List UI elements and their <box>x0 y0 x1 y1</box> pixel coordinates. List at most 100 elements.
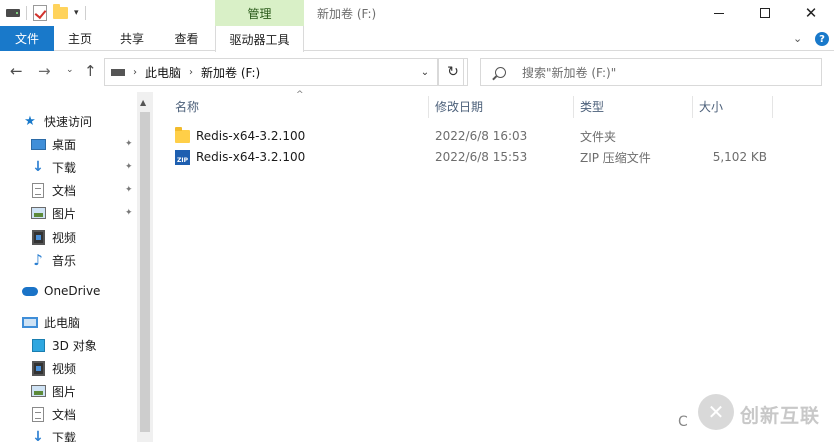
nav-item-music[interactable]: ♪ 音乐 <box>30 249 76 271</box>
file-size <box>699 125 767 147</box>
close-button[interactable]: ✕ <box>788 0 834 26</box>
expand-ribbon-icon[interactable]: ⌄ <box>793 32 802 45</box>
drive-icon <box>6 9 20 17</box>
maximize-button[interactable] <box>742 0 788 26</box>
column-header-modified[interactable]: 修改日期 <box>435 92 570 120</box>
nav-item-label: 文档 <box>52 407 77 422</box>
manage-context-group: 管理 <box>215 0 304 26</box>
maximize-icon <box>760 8 770 18</box>
column-header-size[interactable]: 大小 <box>699 92 769 120</box>
navigation-pane: ★ 快速访问 桌面 ✦ ↓ 下载 ✦ 文档 ✦ 图片 ✦ 视频 ♪ 音乐 One… <box>0 92 153 442</box>
table-row[interactable]: Redis-x64-3.2.100 2022/6/8 16:03 文件夹 <box>169 125 809 147</box>
column-divider[interactable] <box>428 96 429 118</box>
nav-item-pc-downloads[interactable]: ↓ 下载 <box>30 426 76 442</box>
folder-icon <box>175 126 190 143</box>
tab-share[interactable]: 共享 <box>106 26 158 51</box>
scrollbar-thumb[interactable] <box>140 112 150 432</box>
nav-item-desktop[interactable]: 桌面 <box>30 133 76 155</box>
table-row[interactable]: ZIP Redis-x64-3.2.100 2022/6/8 15:53 ZIP… <box>169 146 809 168</box>
new-folder-icon[interactable] <box>53 4 68 19</box>
column-header-name[interactable]: 名称 <box>175 92 425 120</box>
toolbar-separator <box>26 6 27 20</box>
star-icon: ★ <box>24 113 36 129</box>
zip-file-icon: ZIP <box>175 149 190 165</box>
column-header-type[interactable]: 类型 <box>580 92 690 120</box>
nav-item-documents[interactable]: 文档 <box>30 179 76 201</box>
nav-item-label: 下载 <box>52 160 77 175</box>
file-type: ZIP 压缩文件 <box>580 150 651 165</box>
customize-toolbar-dropdown-icon[interactable]: ▾ <box>74 8 79 18</box>
computer-icon <box>22 316 38 328</box>
column-divider[interactable] <box>692 96 693 118</box>
nav-item-videos[interactable]: 视频 <box>30 226 76 248</box>
nav-item-pc-videos[interactable]: 视频 <box>30 357 76 379</box>
file-name-cell[interactable]: ZIP Redis-x64-3.2.100 <box>175 146 305 168</box>
pictures-icon <box>30 385 46 397</box>
close-icon: ✕ <box>804 3 818 22</box>
pin-icon[interactable]: ✦ <box>125 185 133 195</box>
help-icon[interactable]: ? <box>815 32 829 46</box>
navigation-bar: ← → ⌄ ↑ › 此电脑 › 新加卷 (F:) ⌄ ↻ 搜索"新加卷 (F:)… <box>0 52 834 92</box>
nav-item-label: 快速访问 <box>44 114 93 129</box>
3d-objects-icon <box>31 338 45 352</box>
nav-onedrive[interactable]: OneDrive <box>22 280 100 302</box>
download-icon: ↓ <box>32 429 44 442</box>
tab-view[interactable]: 查看 <box>158 26 215 51</box>
nav-item-downloads[interactable]: ↓ 下载 <box>30 156 76 178</box>
pin-icon[interactable]: ✦ <box>125 139 133 149</box>
cloud-icon <box>22 286 38 296</box>
properties-icon[interactable] <box>33 5 47 21</box>
document-icon <box>32 182 44 198</box>
refresh-icon[interactable]: ↻ <box>438 58 468 86</box>
toolbar-separator <box>84 6 86 20</box>
nav-this-pc[interactable]: 此电脑 <box>22 311 80 333</box>
nav-item-label: 图片 <box>52 206 77 221</box>
nav-item-label: 桌面 <box>52 137 77 152</box>
breadcrumb-chevron-icon[interactable]: › <box>133 67 137 78</box>
address-dropdown-chevron-icon[interactable]: ⌄ <box>413 58 438 86</box>
search-box[interactable]: 搜索"新加卷 (F:)" <box>480 58 822 86</box>
nav-item-pc-pictures[interactable]: 图片 <box>30 380 76 402</box>
back-arrow-icon[interactable]: ← <box>10 64 23 79</box>
nav-item-label: 3D 对象 <box>52 338 97 353</box>
breadcrumb-this-pc[interactable]: 此电脑 <box>145 64 181 81</box>
nav-item-pictures[interactable]: 图片 <box>30 202 76 224</box>
tab-home[interactable]: 主页 <box>54 26 106 51</box>
nav-item-3d-objects[interactable]: 3D 对象 <box>30 334 97 356</box>
watermark-logo-icon: ✕ <box>698 394 734 430</box>
column-divider[interactable] <box>772 96 773 118</box>
up-arrow-icon[interactable]: ↑ <box>84 64 97 79</box>
address-bar[interactable]: › 此电脑 › 新加卷 (F:) <box>104 58 464 86</box>
search-icon <box>495 66 506 78</box>
nav-item-pc-documents[interactable]: 文档 <box>30 403 76 425</box>
pin-icon[interactable]: ✦ <box>125 208 133 218</box>
nav-quick-access[interactable]: ★ 快速访问 <box>22 110 92 132</box>
minimize-icon <box>714 12 724 14</box>
document-icon <box>32 406 44 422</box>
file-name: Redis-x64-3.2.100 <box>196 150 306 164</box>
column-divider[interactable] <box>573 96 574 118</box>
file-size: 5,102 KB <box>712 150 767 164</box>
nav-item-label: 视频 <box>52 361 77 376</box>
nav-item-label: 文档 <box>52 183 77 198</box>
window-title: 新加卷 (F:) <box>317 7 377 21</box>
pin-icon[interactable]: ✦ <box>125 162 133 172</box>
watermark: C ✕ 创新互联 <box>676 392 834 436</box>
tab-drive-tools[interactable]: 驱动器工具 <box>215 26 304 52</box>
nav-item-label: 下载 <box>52 430 77 442</box>
breadcrumb-drive[interactable]: 新加卷 (F:) <box>201 64 260 81</box>
tab-file[interactable]: 文件 <box>0 26 54 51</box>
title-bar: ▾ 管理 新加卷 (F:) ✕ <box>0 0 834 26</box>
file-modified: 2022/6/8 15:53 <box>435 150 528 164</box>
file-name: Redis-x64-3.2.100 <box>196 129 306 143</box>
nav-pane-scrollbar[interactable]: ▲ <box>137 92 153 442</box>
quick-access-toolbar: ▾ <box>6 4 86 22</box>
scroll-up-arrow-icon[interactable]: ▲ <box>140 98 146 107</box>
file-name-cell[interactable]: Redis-x64-3.2.100 <box>175 125 305 147</box>
recent-locations-chevron-icon[interactable]: ⌄ <box>66 66 74 75</box>
forward-arrow-icon[interactable]: → <box>38 64 51 79</box>
music-icon: ♪ <box>33 251 43 269</box>
watermark-text: 创新互联 <box>740 405 821 427</box>
breadcrumb-chevron-icon[interactable]: › <box>189 67 193 78</box>
minimize-button[interactable] <box>696 0 742 26</box>
